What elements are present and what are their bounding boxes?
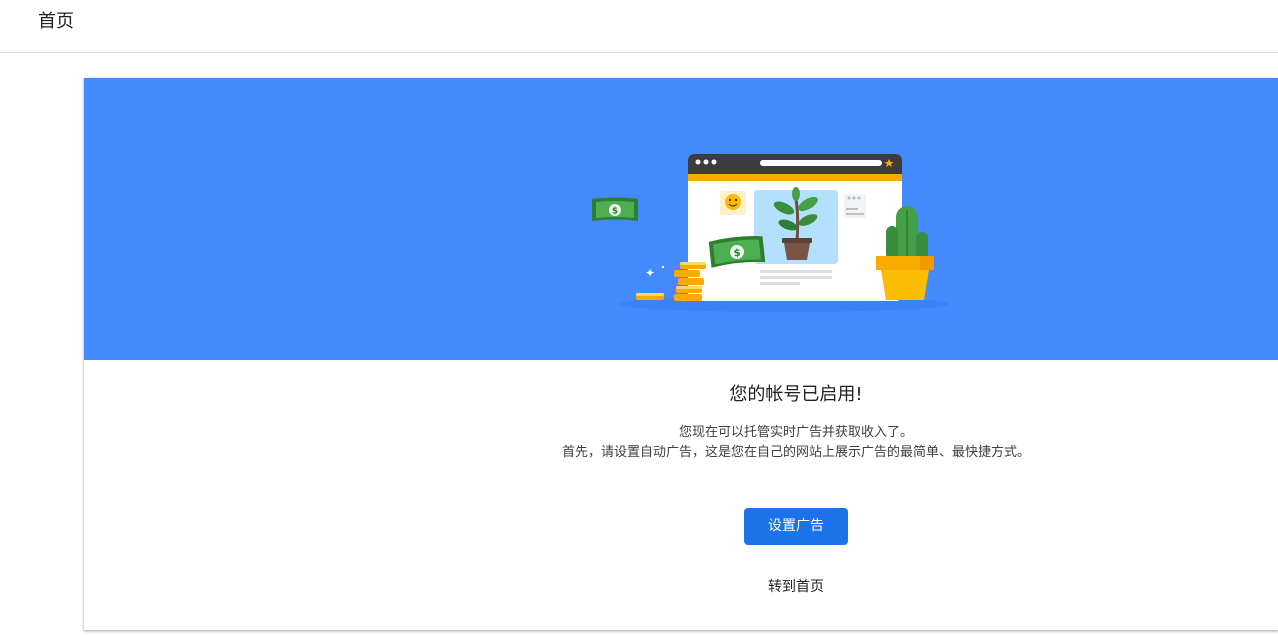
go-to-home-button[interactable]: 转到首页 [744,575,848,599]
money-bill-icon: $ [592,197,638,221]
set-up-ads-button[interactable]: 设置广告 [744,508,848,545]
top-app-bar: 首页 [0,0,1278,53]
hero-banner: $ $ ✦ [84,78,1278,360]
description-line: 首先，请设置自动广告，这是您在自己的网站上展示广告的最简单、最快捷方式。 [561,445,1030,460]
hero-illustration: $ $ ✦ [592,154,949,312]
svg-text:$: $ [612,207,618,217]
svg-text:✦: ✦ [645,266,655,280]
svg-text:$: $ [733,248,741,260]
page-title: 首页 [38,11,74,32]
smiley-icon [720,191,746,215]
description-line: 您现在可以托管实时广告并获取收入了。 [678,425,913,440]
success-heading: 您的帐号已启用! [729,384,863,405]
description: 您现在可以托管实时广告并获取收入了。 首先，请设置自动广告，这是您在自己的网站上… [554,423,1038,463]
account-activated-card: $ $ ✦ 您的帐号已启用! 您现在可以托管实时广告并获取收入了。 首先，请设置… [84,78,1278,630]
